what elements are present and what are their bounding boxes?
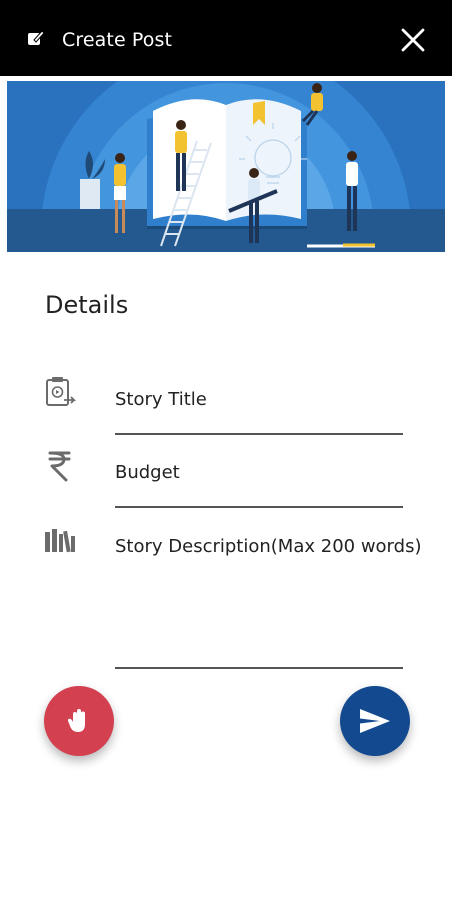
budget-label: Budget: [115, 462, 180, 483]
budget-underline: [115, 506, 403, 508]
banner-illustration: [7, 81, 445, 252]
close-button[interactable]: [398, 25, 428, 55]
rupee-icon: [48, 451, 71, 482]
hand-stop-button[interactable]: [44, 686, 114, 756]
budget-field[interactable]: Budget: [115, 462, 403, 508]
story-description-underline: [115, 667, 403, 669]
hand-stop-icon: [67, 709, 85, 732]
send-icon: [360, 709, 390, 733]
story-title-field[interactable]: Story Title: [115, 389, 403, 435]
send-button[interactable]: [340, 686, 410, 756]
page-title: Create Post: [62, 29, 173, 51]
story-description-label: Story Description(Max 200 words): [115, 536, 422, 557]
reading-illustration: [7, 81, 445, 252]
story-title-label: Story Title: [115, 389, 207, 410]
app-bar: Create Post: [0, 0, 452, 76]
library-icon: [45, 529, 75, 553]
story-description-field[interactable]: Story Description(Max 200 words): [115, 536, 422, 669]
book-clip-icon: [46, 377, 76, 406]
details-heading: Details: [45, 291, 129, 319]
close-icon: [401, 28, 425, 52]
edit-square-icon: [28, 30, 45, 45]
story-title-underline: [115, 433, 403, 435]
